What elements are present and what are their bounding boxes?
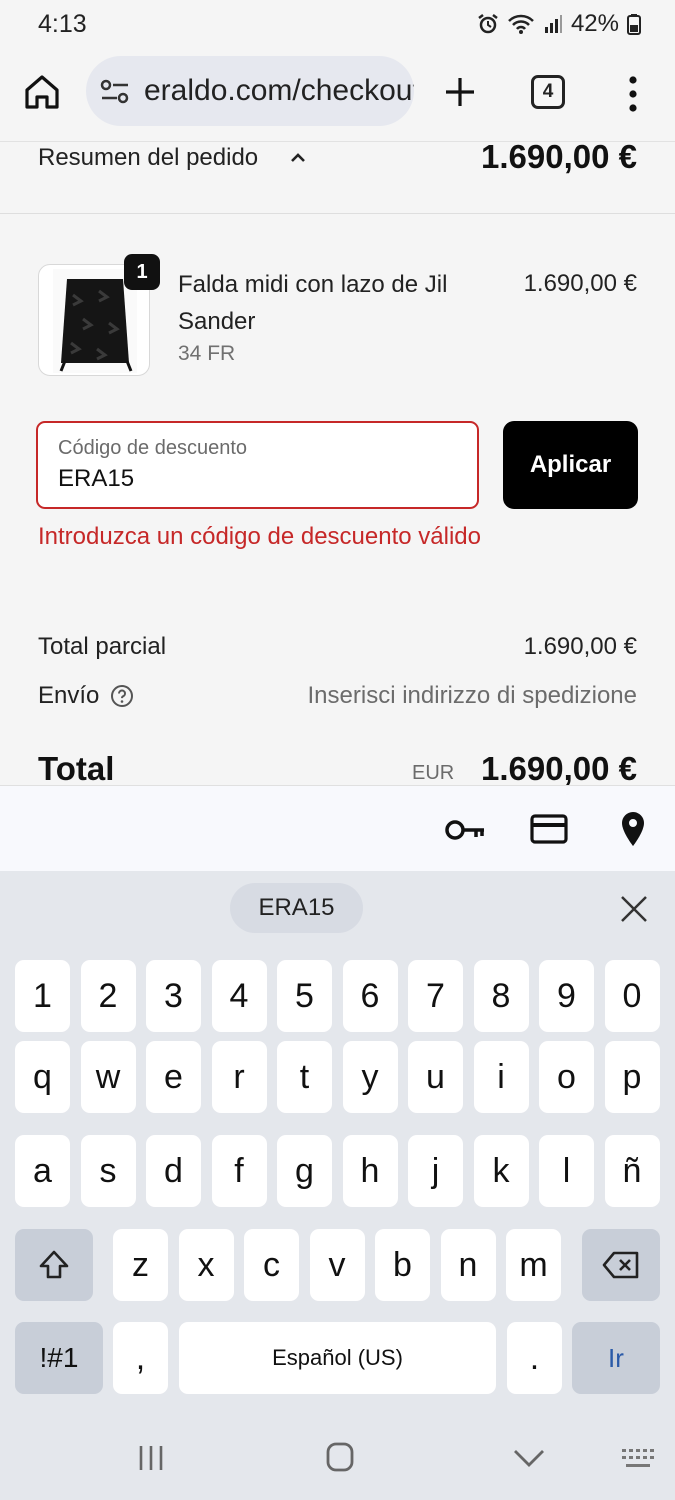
home-nav-icon[interactable]	[325, 1441, 355, 1473]
key-j[interactable]: j	[408, 1135, 463, 1207]
help-icon[interactable]	[110, 684, 134, 708]
key-e[interactable]: e	[146, 1041, 201, 1113]
discount-code-field[interactable]: Código de descuento	[36, 421, 479, 509]
battery-icon	[627, 14, 641, 35]
battery-percent: 42%	[570, 10, 619, 37]
key-d[interactable]: d	[146, 1135, 201, 1207]
currency-code: EUR	[412, 762, 455, 784]
key-8[interactable]: 8	[473, 960, 529, 1032]
key-x[interactable]: x	[178, 1229, 234, 1301]
key-b[interactable]: b	[375, 1229, 430, 1301]
apply-discount-button[interactable]: Aplicar	[503, 421, 638, 509]
key-icon[interactable]	[444, 818, 486, 842]
alarm-icon	[478, 14, 498, 34]
key-n[interactable]: n	[440, 1229, 496, 1301]
discount-error-message: Introduzca un código de descuento válido	[38, 523, 481, 550]
quantity-badge: 1	[124, 254, 160, 290]
key-t[interactable]: t	[277, 1041, 332, 1113]
url-text[interactable]: eraldo.com/checkout	[144, 74, 414, 108]
product-price: 1.690,00 €	[523, 270, 637, 297]
keyboard-switch-icon[interactable]	[620, 1447, 656, 1473]
wifi-icon	[508, 14, 534, 34]
key-z[interactable]: z	[113, 1229, 168, 1301]
autofill-bar	[0, 785, 675, 871]
key-3[interactable]: 3	[146, 960, 201, 1032]
key-h[interactable]: h	[342, 1135, 398, 1207]
space-key[interactable]: Español (US)	[179, 1322, 496, 1394]
order-summary-toggle[interactable]: Resumen del pedido 1.690,00 €	[0, 138, 675, 214]
key-k[interactable]: k	[473, 1135, 529, 1207]
symbols-key[interactable]: !#1	[15, 1322, 103, 1394]
key-0[interactable]: 0	[604, 960, 660, 1032]
total-label: Total	[38, 750, 115, 787]
go-key[interactable]: Ir	[572, 1322, 660, 1394]
credit-card-icon[interactable]	[530, 814, 568, 844]
new-tab-icon[interactable]	[442, 74, 478, 110]
address-bar[interactable]: eraldo.com/checkout	[86, 56, 414, 126]
key-m[interactable]: m	[506, 1229, 561, 1301]
total-value: 1.690,00 €	[481, 750, 637, 787]
key-o[interactable]: o	[539, 1041, 594, 1113]
subtotal-value: 1.690,00 €	[523, 633, 637, 660]
product-variant: 34 FR	[178, 342, 236, 365]
site-settings-icon[interactable]	[100, 78, 130, 106]
key-p[interactable]: p	[604, 1041, 660, 1113]
discount-code-label: Código de descuento	[58, 437, 248, 459]
key-w[interactable]: w	[80, 1041, 136, 1113]
comma-key[interactable]: ,	[113, 1322, 168, 1394]
key-i[interactable]: i	[473, 1041, 529, 1113]
key-9[interactable]: 9	[539, 960, 594, 1032]
home-icon[interactable]	[22, 72, 62, 112]
shipping-label: Envío	[38, 682, 100, 709]
key-s[interactable]: s	[80, 1135, 136, 1207]
key-1[interactable]: 1	[15, 960, 70, 1032]
period-key[interactable]: .	[507, 1322, 562, 1394]
key-y[interactable]: y	[342, 1041, 398, 1113]
key-a[interactable]: a	[15, 1135, 70, 1207]
browser-toolbar: eraldo.com/checkout 4	[0, 48, 675, 142]
onscreen-keyboard: ERA15 1234567890 qwertyuiop asdfghjklñ z…	[0, 871, 675, 1500]
product-name: Falda midi con lazo de Jil Sander	[178, 271, 448, 335]
recent-apps-icon[interactable]	[137, 1443, 165, 1473]
tab-switcher-button[interactable]: 4	[531, 75, 565, 109]
shift-key[interactable]	[15, 1229, 93, 1301]
status-icons: 42%	[477, 10, 641, 38]
key-l[interactable]: l	[539, 1135, 594, 1207]
key-5[interactable]: 5	[277, 960, 332, 1032]
signal-icon	[544, 15, 562, 33]
keyboard-suggestion[interactable]: ERA15	[230, 883, 363, 933]
order-summary-label[interactable]: Resumen del pedido	[38, 144, 258, 172]
key-4[interactable]: 4	[211, 960, 267, 1032]
backspace-icon	[602, 1251, 639, 1279]
key-6[interactable]: 6	[342, 960, 398, 1032]
key-g[interactable]: g	[277, 1135, 332, 1207]
key-q[interactable]: q	[15, 1041, 70, 1113]
chevron-up-icon[interactable]	[288, 148, 308, 166]
order-summary-total: 1.690,00 €	[481, 138, 637, 175]
key-ñ[interactable]: ñ	[604, 1135, 660, 1207]
key-u[interactable]: u	[408, 1041, 463, 1113]
key-c[interactable]: c	[244, 1229, 299, 1301]
shift-icon	[39, 1250, 69, 1279]
key-r[interactable]: r	[211, 1041, 267, 1113]
close-icon[interactable]	[618, 893, 650, 925]
status-time: 4:13	[38, 10, 87, 38]
more-menu-icon[interactable]	[620, 74, 646, 114]
status-bar: 4:13 42%	[0, 0, 675, 48]
key-7[interactable]: 7	[408, 960, 463, 1032]
location-pin-icon[interactable]	[620, 810, 646, 848]
hide-keyboard-icon[interactable]	[512, 1447, 546, 1469]
key-2[interactable]: 2	[80, 960, 136, 1032]
backspace-key[interactable]	[582, 1229, 660, 1301]
shipping-value: Inserisci indirizzo di spedizione	[307, 682, 637, 709]
key-f[interactable]: f	[211, 1135, 267, 1207]
key-v[interactable]: v	[309, 1229, 365, 1301]
system-navigation-bar	[0, 1421, 675, 1500]
discount-code-input[interactable]	[58, 465, 438, 493]
subtotal-label: Total parcial	[38, 633, 167, 660]
